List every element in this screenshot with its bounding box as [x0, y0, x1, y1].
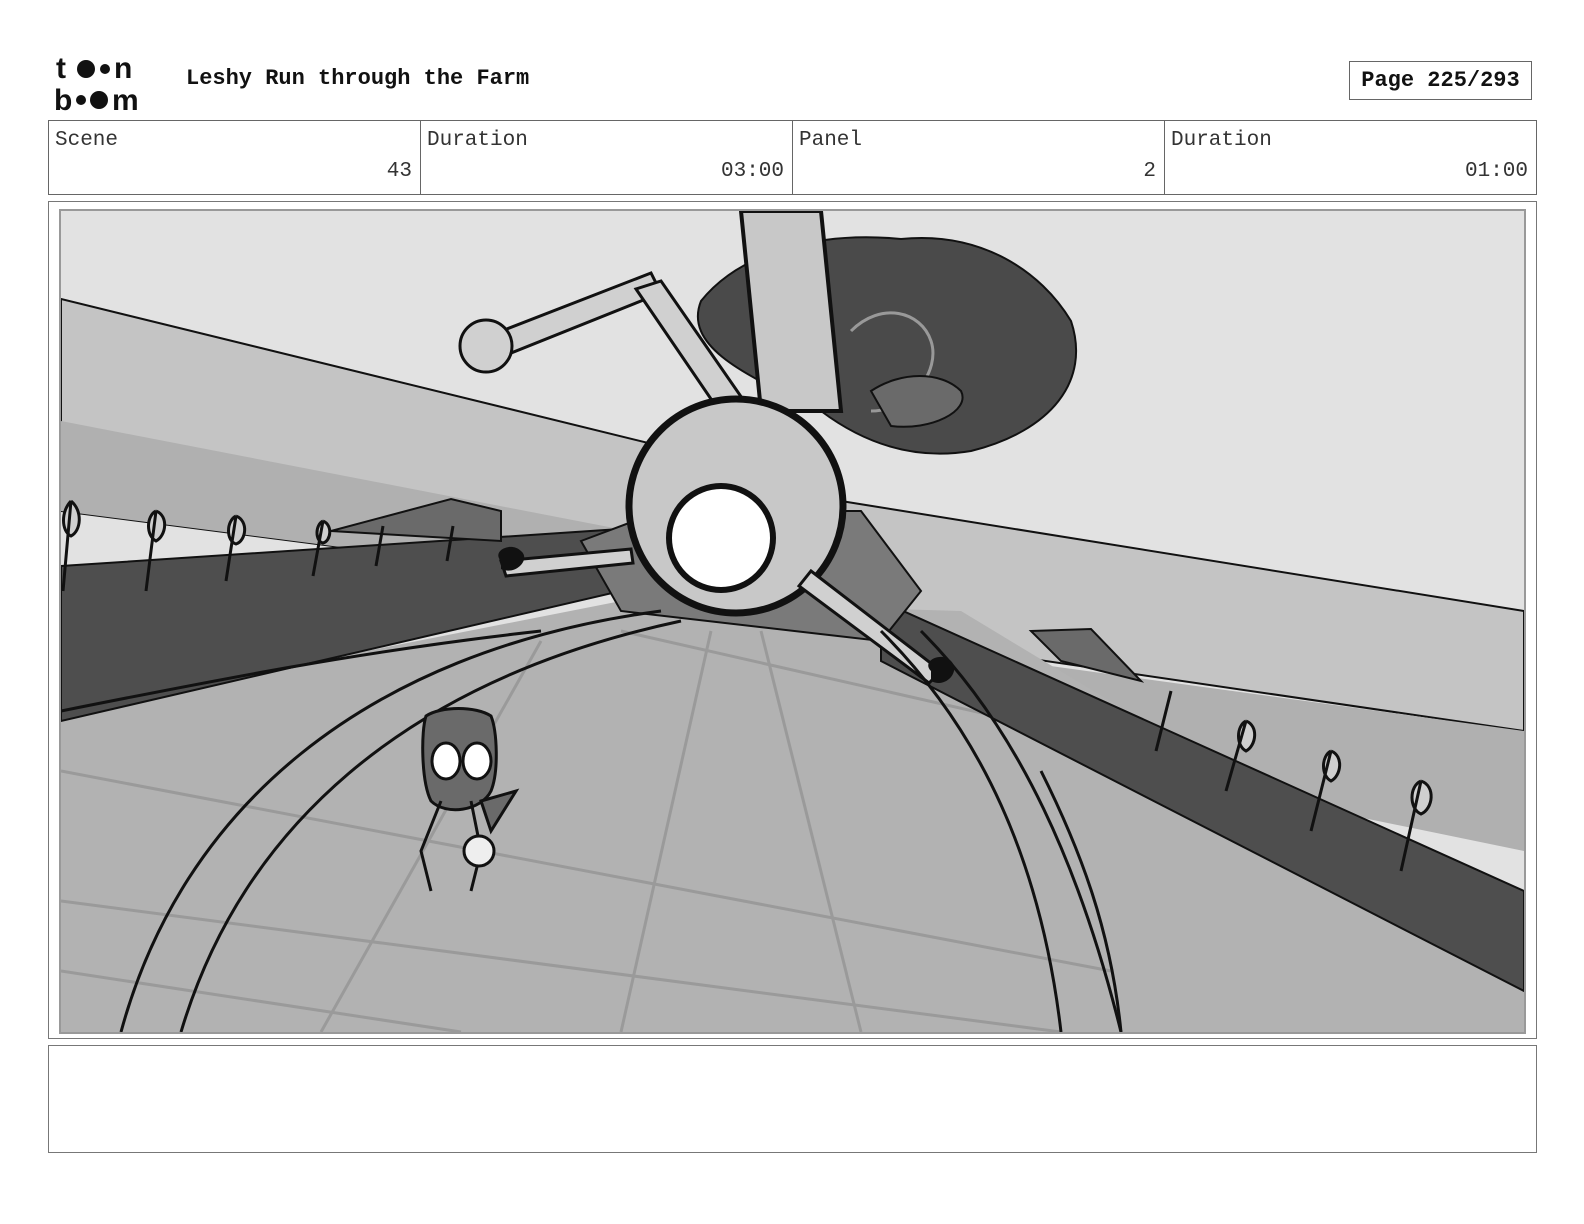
panel-value: 2 [1143, 160, 1156, 183]
storyboard-drawing [61, 211, 1524, 1032]
panel-image [59, 209, 1526, 1034]
toonboom-logo: t n b m [54, 52, 139, 114]
scene-duration-value: 03:00 [720, 160, 784, 183]
scene-label: Scene [55, 129, 119, 152]
svg-text:t: t [56, 52, 66, 85]
panel-notes-box [48, 1045, 1537, 1153]
panel-duration-cell: Duration 01:00 [1165, 121, 1536, 194]
scene-value: 43 [386, 160, 412, 183]
scene-cell: Scene 43 [49, 121, 421, 194]
panel-duration-label: Duration [1171, 129, 1272, 152]
svg-text:m: m [112, 84, 139, 114]
panel-label: Panel [799, 129, 863, 152]
panel-cell: Panel 2 [793, 121, 1165, 194]
panel-duration-value: 01:00 [1464, 160, 1528, 183]
scene-info-row: Scene 43 Duration 03:00 Panel 2 Duration… [48, 120, 1537, 195]
page-indicator: Page 225/293 [1349, 61, 1532, 100]
scene-duration-label: Duration [427, 129, 528, 152]
svg-text:b: b [54, 84, 72, 114]
scene-duration-cell: Duration 03:00 [421, 121, 793, 194]
svg-text:n: n [114, 52, 132, 85]
storyboard-title: Leshy Run through the Farm [186, 66, 530, 91]
